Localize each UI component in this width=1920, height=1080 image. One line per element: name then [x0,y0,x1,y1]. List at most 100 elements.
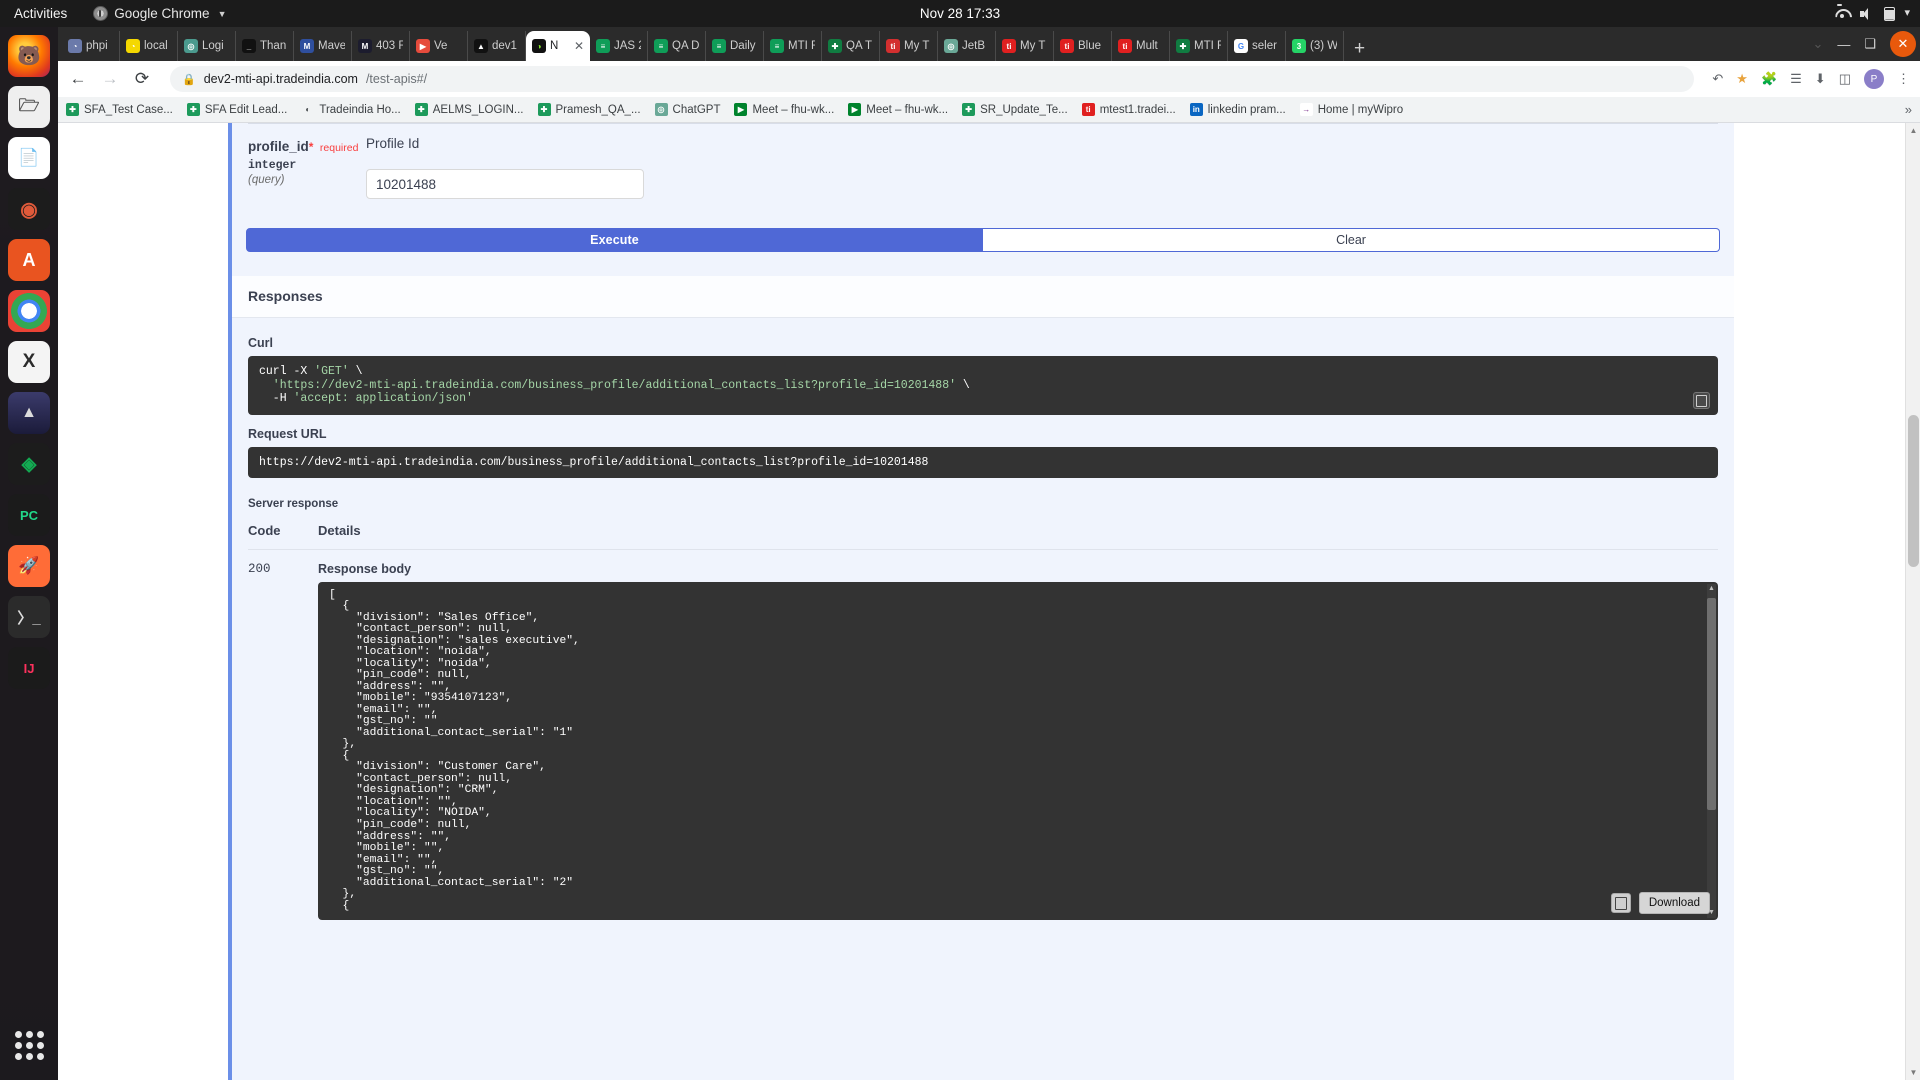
copy-response-icon[interactable] [1610,892,1631,913]
profile-id-input[interactable] [366,169,644,199]
browser-tab[interactable]: ≡ QA D [648,31,706,61]
bookmark-label: ChatGPT [672,103,721,116]
page-scroll-up-icon[interactable]: ▲ [1906,123,1920,138]
bookmark-item[interactable]: ✚ SFA_Test Case... [66,103,173,116]
browser-tab[interactable]: ti My T [996,31,1054,61]
tab-label: My T [904,40,930,52]
forward-button[interactable]: → [100,69,120,89]
chatgpt-icon: ◎ [944,39,958,53]
browser-tab[interactable]: ▲ dev1 [468,31,526,61]
response-body-box[interactable]: [ { "division": "Sales Office", "contact… [318,581,1718,920]
curl-label: Curl [248,336,273,350]
bookmarks-overflow-button[interactable]: » [1905,102,1912,117]
download-icon[interactable]: ⬇ [1815,71,1826,87]
dock-intellij-idea-icon[interactable]: IJ [8,647,50,689]
bookmark-item[interactable]: ◐ Tradeindia Ho... [301,103,400,116]
scroll-up-icon[interactable]: ▲ [1707,584,1716,594]
new-tab-button[interactable]: + [1344,39,1375,61]
bookmark-item[interactable]: ✚ Pramesh_QA_... [537,103,641,116]
back-button[interactable]: ← [68,69,88,89]
dock-files-icon[interactable]: 🗁 [8,86,50,128]
browser-tab[interactable]: ✚ QA T [822,31,880,61]
copy-curl-icon[interactable] [1693,391,1710,409]
clear-button[interactable]: Clear [983,228,1720,252]
bookmark-item[interactable]: ✚ SFA Edit Lead... [186,103,287,116]
browser-tab[interactable]: ti My T [880,31,938,61]
browser-tab[interactable]: ◔ local [120,31,178,61]
dock-ubuntu-software-icon[interactable]: A [8,239,50,281]
bookmark-star-icon[interactable]: ★ [1736,71,1748,87]
tab-search-icon[interactable]: ⌄ [1812,36,1823,52]
browser-tab[interactable]: _ Than [236,31,294,61]
excel-icon: ✚ [1176,39,1190,53]
dock-rhythmbox-icon[interactable]: ◉ [8,188,50,230]
browser-tab[interactable]: ▶ Ve [410,31,468,61]
dock-firefox-icon[interactable]: 🐻 [8,35,50,77]
browser-tab[interactable]: 3 (3) W [1286,31,1344,61]
page-scroll-thumb[interactable] [1908,415,1919,567]
browser-tab[interactable]: ti Blue [1054,31,1112,61]
tab-label: (3) W [1310,40,1337,52]
figma-icon: ▶ [416,39,430,53]
execute-button[interactable]: Execute [246,228,983,252]
system-tray[interactable]: ▾ [1834,6,1910,21]
side-panel-icon[interactable]: ◫ [1839,71,1851,87]
browser-tab[interactable]: ◎ JetB [938,31,996,61]
extensions-icon[interactable]: 🧩 [1761,71,1777,87]
bookmark-item[interactable]: → Home | myWipro [1299,103,1403,116]
browser-tab[interactable]: ◑ N ✕ [526,31,590,61]
reading-list-icon[interactable]: ☰ [1790,71,1802,87]
browser-toolbar: ← → ⟳ 🔒 dev2-mti-api.tradeindia.com/test… [58,61,1920,97]
curl-header-prefix: -H [259,392,294,406]
browser-tab[interactable]: ✚ MTI F [1170,31,1228,61]
dock-pycharm-icon[interactable]: PC [8,494,50,536]
system-clock[interactable]: Nov 28 17:33 [920,6,1000,21]
share-icon[interactable]: ↶ [1712,71,1723,87]
show-applications-button[interactable] [8,1024,50,1066]
dock-terminal-icon[interactable]: 〉_ [8,596,50,638]
activities-button[interactable]: Activities [0,6,79,21]
minimize-button[interactable]: — [1837,37,1850,52]
browser-tab[interactable]: ◔ phpi [62,31,120,61]
curl-code-block[interactable]: curl -X 'GET' \ 'https://dev2-mti-api.tr… [248,356,1718,415]
maximize-button[interactable]: ❑ [1864,36,1876,52]
browser-tab[interactable]: ◎ Logi [178,31,236,61]
bookmark-item[interactable]: ◎ ChatGPT [654,103,721,116]
app-menu-chrome[interactable]: Google Chrome ▼ [93,6,227,21]
browser-tab[interactable]: ≡ MTI F [764,31,822,61]
browser-tab[interactable]: M 403 F [352,31,410,61]
browser-tab[interactable]: M Mave [294,31,352,61]
reload-button[interactable]: ⟳ [132,69,152,89]
bookmark-item[interactable]: ▶ Meet – fhu-wk... [734,103,834,116]
download-button[interactable]: Download [1638,891,1710,914]
page-scrollbar[interactable]: ▲ ▼ [1905,123,1920,1080]
403-icon: M [358,39,372,53]
bookmark-item[interactable]: ✚ AELMS_LOGIN... [414,103,524,116]
chrome-app-icon [93,6,109,21]
dock-libreoffice-writer-icon[interactable]: 📄 [8,137,50,179]
dock-xmind-icon[interactable]: X [8,341,50,383]
tab-label: seler [1252,40,1277,52]
address-bar[interactable]: 🔒 dev2-mti-api.tradeindia.com/test-apis#… [170,66,1695,92]
page-scroll-down-icon[interactable]: ▼ [1906,1065,1920,1080]
bookmark-item[interactable]: ▶ Meet – fhu-wk... [848,103,948,116]
browser-tab[interactable]: ti Mult [1112,31,1170,61]
close-window-button[interactable]: ✕ [1890,31,1916,57]
response-scrollbar[interactable]: ▲ ▼ [1707,583,1716,918]
dock-postman-icon[interactable]: 🚀 [8,545,50,587]
scroll-thumb[interactable] [1707,597,1716,810]
browser-tab[interactable]: Gseler [1228,31,1286,61]
bookmark-item[interactable]: ti mtest1.tradei... [1081,103,1176,116]
more-menu-icon[interactable]: ⋮ [1897,71,1910,87]
browser-tab[interactable]: ≡ Daily [706,31,764,61]
dock-google-chrome-icon[interactable] [8,290,50,332]
request-url-value: https://dev2-mti-api.tradeindia.com/busi… [248,446,1718,478]
bookmark-item[interactable]: ✚ SR_Update_Te... [962,103,1068,116]
browser-tab[interactable]: ≡ JAS 2 [590,31,648,61]
dock-mongodb-compass-icon[interactable]: ◈ [8,443,50,485]
bookmark-item[interactable]: in linkedin pram... [1189,103,1286,116]
close-tab-icon[interactable]: ✕ [574,39,584,53]
tab-label: Logi [202,40,224,52]
dock-brave-icon[interactable]: ▲ [8,392,50,434]
profile-avatar[interactable]: P [1864,69,1884,89]
